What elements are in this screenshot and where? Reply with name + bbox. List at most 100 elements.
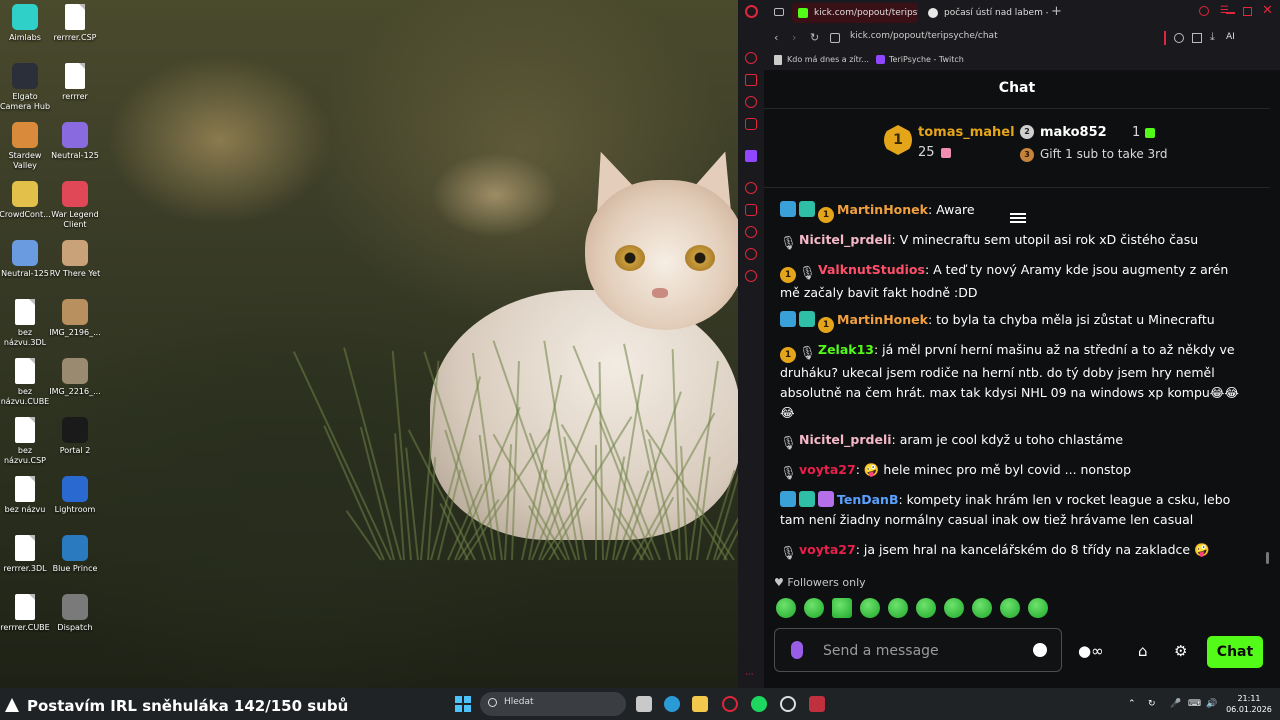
minimize-button-icon[interactable] xyxy=(1226,12,1235,14)
kick-combo-icon[interactable]: ●∞ xyxy=(1078,642,1104,660)
chat-username[interactable]: MartinHonek xyxy=(837,202,928,217)
ai-button[interactable]: AI xyxy=(1226,32,1235,42)
weather-favicon-icon xyxy=(928,8,938,18)
kick-favicon-icon xyxy=(798,8,808,18)
emote-icon[interactable] xyxy=(804,598,824,618)
desktop-icon[interactable]: Lightroom xyxy=(46,476,104,515)
bookmark-item-twitch[interactable]: TeriPsyche - Twitch xyxy=(889,55,964,64)
windows-start-icon[interactable] xyxy=(455,696,471,712)
mic-icon[interactable] xyxy=(791,641,803,659)
tab-kick[interactable]: kick.com/popout/teripsych xyxy=(792,3,918,23)
tray-overflow-icon[interactable]: ⌃ xyxy=(1128,699,1138,709)
tray-volume-icon[interactable]: 🔊 xyxy=(1206,699,1217,709)
taskbar-widget-text[interactable]: Postavím IRL sněhuláka 142/150 subů xyxy=(27,697,348,715)
app-icon xyxy=(12,181,38,207)
chat-username[interactable]: TenDanB xyxy=(837,492,898,507)
taskbar-search-input[interactable] xyxy=(504,697,614,707)
rank-1-username[interactable]: tomas_mahel xyxy=(918,125,1015,140)
reload-icon[interactable]: ↻ xyxy=(810,31,819,44)
desktop-icon[interactable]: IMG_2216_... xyxy=(46,358,104,397)
sidebar-extensions-icon[interactable] xyxy=(745,248,757,260)
sidebar-settings-icon[interactable] xyxy=(745,270,757,282)
file-icon xyxy=(65,4,85,30)
chat-text: : 🤪 hele minec pro mě byl covid ... nons… xyxy=(855,462,1132,477)
sidebar-messenger-icon[interactable] xyxy=(745,96,757,108)
task-view-icon[interactable] xyxy=(636,696,652,712)
file-explorer-icon[interactable] xyxy=(692,696,708,712)
desktop-icon[interactable]: RV There Yet xyxy=(46,240,104,279)
tray-network-icon[interactable]: ⌨ xyxy=(1188,699,1201,709)
grass-strand xyxy=(343,347,402,561)
message-input[interactable] xyxy=(823,641,1023,661)
desktop-icon[interactable]: War Legend Client xyxy=(46,181,104,230)
tab-weather[interactable]: počasí ústí nad labem - Hl xyxy=(922,3,1048,23)
settings-gear-icon[interactable]: ⚙ xyxy=(1174,642,1187,660)
desktop-icon[interactable]: Neutral-125 xyxy=(46,122,104,161)
sidebar-heart-icon[interactable] xyxy=(745,204,757,216)
taskbar-clock[interactable]: 21:11 06.01.2026 xyxy=(1225,693,1273,715)
hype-badge-icon xyxy=(780,311,796,327)
sidebar-history-icon[interactable] xyxy=(745,52,757,64)
emote-icon[interactable] xyxy=(776,598,796,618)
emote-icon[interactable] xyxy=(832,598,852,618)
opera-icon[interactable] xyxy=(722,696,738,712)
window-menu-icon[interactable]: ☰ xyxy=(1220,5,1229,16)
emote-icon[interactable] xyxy=(972,598,992,618)
chat-scrollbar[interactable] xyxy=(1266,552,1269,564)
close-icon[interactable]: ✕ xyxy=(1262,3,1273,18)
emote-icon[interactable] xyxy=(1000,598,1020,618)
chat-username[interactable]: voyta27 xyxy=(799,462,856,477)
chat-username[interactable]: MartinHonek xyxy=(837,312,928,327)
snapshot-icon[interactable] xyxy=(1192,33,1202,43)
emote-icon[interactable] xyxy=(888,598,908,618)
chat-username[interactable]: Zelak13 xyxy=(818,342,874,357)
sidebar-whatsapp-icon[interactable] xyxy=(745,118,757,130)
desktop-icon[interactable]: rerrrer.CSP xyxy=(46,4,104,43)
search-tabs-icon[interactable] xyxy=(1199,6,1209,16)
emoji-picker-icon[interactable] xyxy=(1033,643,1047,657)
sidebar-twitch-icon[interactable] xyxy=(745,150,757,162)
back-icon[interactable]: ‹ xyxy=(774,31,778,44)
edge-icon[interactable] xyxy=(664,696,680,712)
emote-icon[interactable] xyxy=(916,598,936,618)
chat-username[interactable]: Nicitel_prdeli xyxy=(799,432,892,447)
sidebar-bag-icon[interactable] xyxy=(745,74,757,86)
forward-icon[interactable]: › xyxy=(792,31,796,44)
rank-2-username[interactable]: mako852 xyxy=(1040,125,1107,140)
taskbar-search[interactable] xyxy=(480,692,626,716)
download-icon[interactable]: ⤓ xyxy=(1210,30,1215,44)
new-tab-icon[interactable]: + xyxy=(1051,4,1062,19)
chat-username[interactable]: ValknutStudios xyxy=(818,262,925,277)
rank-1-count: 25 xyxy=(918,145,935,160)
url-field[interactable]: kick.com/popout/teripsyche/chat xyxy=(850,31,998,41)
sidebar-player-icon[interactable] xyxy=(745,182,757,194)
maximize-icon[interactable] xyxy=(1243,7,1252,16)
tray-mic-icon[interactable]: 🎤 xyxy=(1170,699,1181,709)
rank-3-cta[interactable]: Gift 1 sub to take 3rd xyxy=(1040,147,1168,161)
store-icon[interactable]: ⌂ xyxy=(1138,642,1148,660)
bookmark-item-kdo[interactable]: Kdo má dnes a zítr... xyxy=(787,55,869,64)
chat-username[interactable]: Nicitel_prdeli xyxy=(799,232,892,247)
tab-switcher-icon[interactable] xyxy=(774,8,784,16)
desktop-icon[interactable]: Dispatch xyxy=(46,594,104,633)
sidebar-more-icon[interactable]: ··· xyxy=(745,670,754,680)
sidebar-clock-icon[interactable] xyxy=(745,226,757,238)
desktop-icon[interactable]: Portal 2 xyxy=(46,417,104,456)
site-info-icon[interactable] xyxy=(830,33,840,43)
streamer-app-icon[interactable] xyxy=(809,696,825,712)
send-chat-button[interactable]: Chat xyxy=(1207,636,1263,668)
desktop-icon[interactable]: Blue Prince xyxy=(46,535,104,574)
emote-icon[interactable] xyxy=(1028,598,1048,618)
desktop-icon[interactable]: IMG_2196_... xyxy=(46,299,104,338)
emote-icon[interactable] xyxy=(860,598,880,618)
opera-logo-icon[interactable] xyxy=(745,5,758,18)
obs-icon[interactable] xyxy=(780,696,796,712)
spotify-icon[interactable] xyxy=(751,696,767,712)
emote-icon[interactable] xyxy=(944,598,964,618)
rank-2-medal: 2 xyxy=(1020,125,1034,139)
desktop-icon[interactable]: rerrrer xyxy=(46,63,104,102)
tray-sync-icon[interactable]: ↻ xyxy=(1148,699,1158,709)
extensions-icon[interactable] xyxy=(1174,33,1184,43)
chat-username[interactable]: voyta27 xyxy=(799,542,856,557)
app-icon xyxy=(12,240,38,266)
